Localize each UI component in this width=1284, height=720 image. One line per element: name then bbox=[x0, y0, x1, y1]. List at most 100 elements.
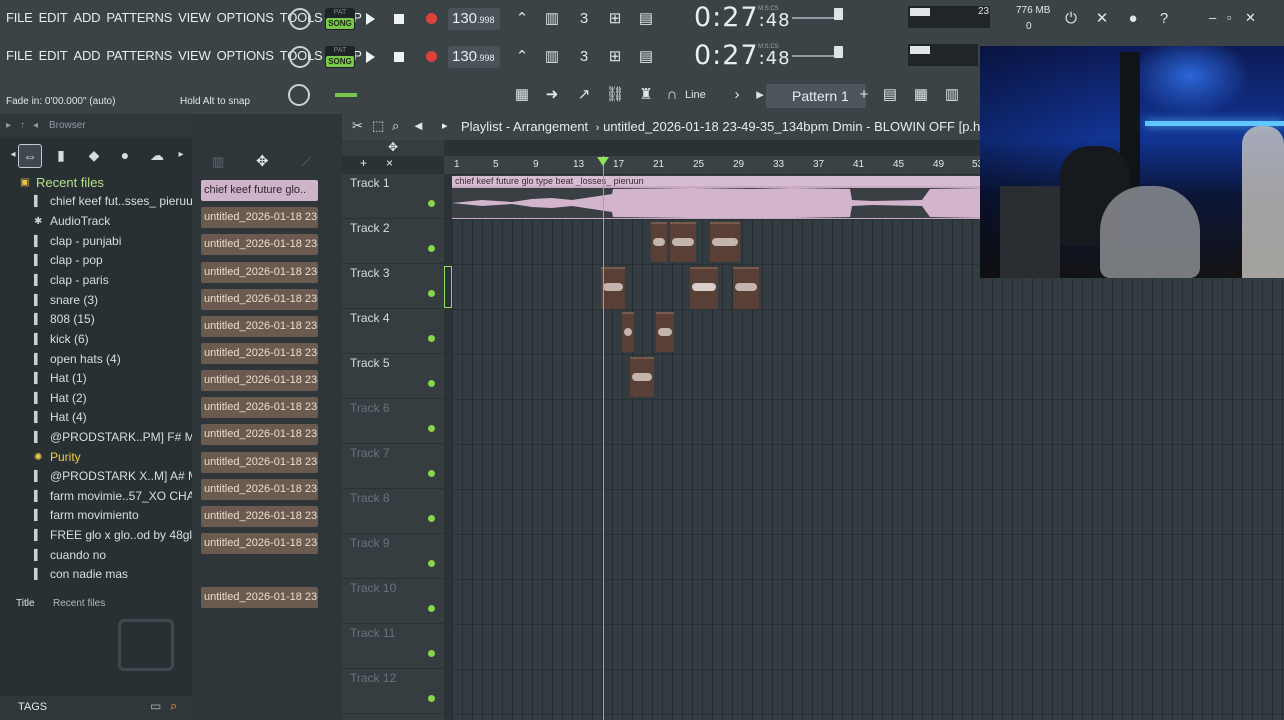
pattern-clip-item[interactable]: untitled_2026-01-18 23-.. bbox=[201, 533, 318, 554]
blend-notes-icon[interactable]: ▤ bbox=[634, 8, 658, 30]
track-mute-led[interactable] bbox=[428, 470, 435, 477]
track-mute-led[interactable] bbox=[428, 335, 435, 342]
playback-tool-icon[interactable]: ◄ bbox=[412, 118, 425, 133]
pattern-clip-item[interactable]: untitled_2026-01-18 23-.. bbox=[201, 289, 318, 310]
track-header[interactable]: Track 2 bbox=[342, 219, 444, 264]
menu-patterns[interactable]: PATTERNS bbox=[106, 48, 172, 63]
search-icon[interactable]: ⌕ bbox=[170, 698, 177, 714]
list-item[interactable]: ▌ kick (6) bbox=[0, 330, 192, 349]
chevron-right-icon[interactable]: › bbox=[725, 84, 749, 106]
list-item[interactable]: ✱ AudioTrack bbox=[0, 212, 192, 231]
master-volume-knob[interactable] bbox=[289, 8, 311, 30]
countdown-icon[interactable]: 3 bbox=[572, 46, 596, 68]
list-item[interactable]: ▌ open hats (4) bbox=[0, 350, 192, 369]
add-pattern-icon[interactable]: + bbox=[852, 84, 876, 106]
menu-file[interactable]: FILE bbox=[6, 48, 33, 63]
list-item[interactable]: ▌ chief keef fut..sses_ pieruun bbox=[0, 192, 192, 211]
pattern-clip[interactable] bbox=[656, 312, 674, 352]
back-icon[interactable]: ◂ bbox=[33, 120, 38, 131]
track-mute-led[interactable] bbox=[428, 515, 435, 522]
restore-icon[interactable]: ▫ bbox=[1227, 10, 1232, 25]
zoom-tool-icon[interactable]: ⌕ bbox=[392, 118, 399, 134]
countdown-icon[interactable]: 3 bbox=[572, 8, 596, 30]
track-mute-led[interactable] bbox=[428, 380, 435, 387]
tools-icon[interactable]: ✕ bbox=[1090, 8, 1114, 30]
all-files-icon[interactable]: ⇔ bbox=[18, 144, 42, 168]
track-header[interactable]: Track 10 bbox=[342, 579, 444, 624]
power-icon[interactable]: ⏻ bbox=[1059, 8, 1083, 30]
menu-edit[interactable]: EDIT bbox=[39, 48, 68, 63]
track-header[interactable]: Track 7 bbox=[342, 444, 444, 489]
list-item[interactable]: ▌ @PRODSTARK..PM] F# Major bbox=[0, 428, 192, 447]
record-button[interactable] bbox=[426, 51, 437, 62]
master-pitch-knob[interactable] bbox=[834, 46, 843, 58]
track-mute-led[interactable] bbox=[428, 425, 435, 432]
stop-button[interactable] bbox=[394, 14, 404, 24]
pattern-clip-item[interactable]: untitled_2026-01-18 23-.. bbox=[201, 587, 318, 608]
plugin-icon[interactable]: ◆ bbox=[83, 144, 105, 166]
add-track-icon[interactable]: + bbox=[360, 156, 367, 170]
track-header[interactable]: Track 6 bbox=[342, 399, 444, 444]
track-header[interactable]: Track 11 bbox=[342, 624, 444, 669]
draw-mode-selector[interactable]: Line bbox=[685, 89, 706, 101]
picker-automation-icon[interactable]: ⟋ bbox=[302, 154, 311, 170]
track-mute-led[interactable] bbox=[428, 560, 435, 567]
list-item[interactable]: ▌ @PRODSTARK X..M] A# Minor bbox=[0, 467, 192, 486]
wait-input-icon[interactable]: ▥ bbox=[540, 46, 564, 68]
metronome-icon[interactable]: ⌃ bbox=[510, 8, 534, 30]
pattern-clip-item[interactable]: untitled_2026-01-18 23-.. bbox=[201, 479, 318, 500]
main-volume-knob[interactable] bbox=[288, 84, 310, 106]
stop-button[interactable] bbox=[394, 52, 404, 62]
menu-patterns[interactable]: PATTERNS bbox=[106, 10, 172, 25]
track-mute-led[interactable] bbox=[428, 650, 435, 657]
pattern-clip-item[interactable]: untitled_2026-01-18 23-.. bbox=[201, 397, 318, 418]
pattern-clip-item[interactable]: untitled_2026-01-18 23-.. bbox=[201, 452, 318, 473]
picker-pattern-icon[interactable]: ▥ bbox=[212, 154, 224, 170]
list-item[interactable]: ▌ cuando no bbox=[0, 546, 192, 565]
arrow-right-icon[interactable]: ➜ bbox=[540, 84, 564, 106]
pattern-clip-item[interactable]: untitled_2026-01-18 23-.. bbox=[201, 262, 318, 283]
recent-files-folder[interactable]: ▣ Recent files bbox=[0, 173, 192, 192]
pattern-clip[interactable] bbox=[733, 267, 759, 309]
pattern-clip[interactable] bbox=[670, 222, 696, 262]
menu-add[interactable]: ADD bbox=[73, 10, 100, 25]
select-tool-icon[interactable]: ⬚ bbox=[372, 118, 384, 134]
track-mute-led[interactable] bbox=[428, 245, 435, 252]
play-button[interactable] bbox=[366, 51, 375, 63]
pattern-clip-item[interactable]: untitled_2026-01-18 23-.. bbox=[201, 207, 318, 228]
list-item[interactable]: ▌ clap - punjabi bbox=[0, 232, 192, 251]
pattern-clip[interactable] bbox=[710, 222, 740, 262]
cloud-icon[interactable]: ☁ bbox=[146, 144, 168, 166]
main-pitch-slider[interactable] bbox=[335, 93, 357, 97]
pattern-clip-item[interactable]: untitled_2026-01-18 23-.. bbox=[201, 506, 318, 527]
pattern-clip-item[interactable]: chief keef future glo.. bbox=[201, 180, 318, 201]
list-item[interactable]: ▌ Hat (1) bbox=[0, 369, 192, 388]
expand-icon[interactable]: ▸ bbox=[6, 120, 11, 131]
master-volume-knob[interactable] bbox=[289, 46, 311, 68]
document-icon[interactable]: ▮ bbox=[50, 144, 72, 166]
record-button[interactable] bbox=[426, 13, 437, 24]
folder-icon[interactable]: ▭ bbox=[150, 699, 161, 713]
pattern-clip[interactable] bbox=[630, 357, 654, 397]
list-item[interactable]: ▌ Hat (2) bbox=[0, 389, 192, 408]
metronome-icon[interactable]: ⌃ bbox=[510, 46, 534, 68]
track-mute-led[interactable] bbox=[428, 290, 435, 297]
menu-view[interactable]: VIEW bbox=[178, 48, 211, 63]
typing-keyboard-icon[interactable]: ▦ bbox=[510, 84, 534, 106]
pattern-clip-item[interactable]: untitled_2026-01-18 23-.. bbox=[201, 370, 318, 391]
slice-tool-icon[interactable]: ✂ bbox=[352, 118, 363, 134]
channel-rack-icon[interactable]: ▥ bbox=[940, 84, 964, 106]
help-icon[interactable]: ? bbox=[1152, 8, 1176, 30]
piano-roll-icon[interactable]: ▦ bbox=[909, 84, 933, 106]
move-icon[interactable]: ✥ bbox=[388, 140, 398, 154]
menu-options[interactable]: OPTIONS bbox=[217, 48, 274, 63]
link-icon[interactable]: ⛓ bbox=[603, 84, 627, 106]
track-header[interactable]: Track 12 bbox=[342, 669, 444, 714]
track-header[interactable]: Track 1 bbox=[342, 174, 444, 219]
master-pitch-knob[interactable] bbox=[834, 8, 843, 20]
remove-track-icon[interactable]: × bbox=[386, 156, 393, 170]
pattern-clip-item[interactable]: untitled_2026-01-18 23-.. bbox=[201, 316, 318, 337]
track-header[interactable]: Track 8 bbox=[342, 489, 444, 534]
pattern-selector[interactable]: Pattern 1 bbox=[766, 84, 866, 108]
menu-file[interactable]: FILE bbox=[6, 10, 33, 25]
